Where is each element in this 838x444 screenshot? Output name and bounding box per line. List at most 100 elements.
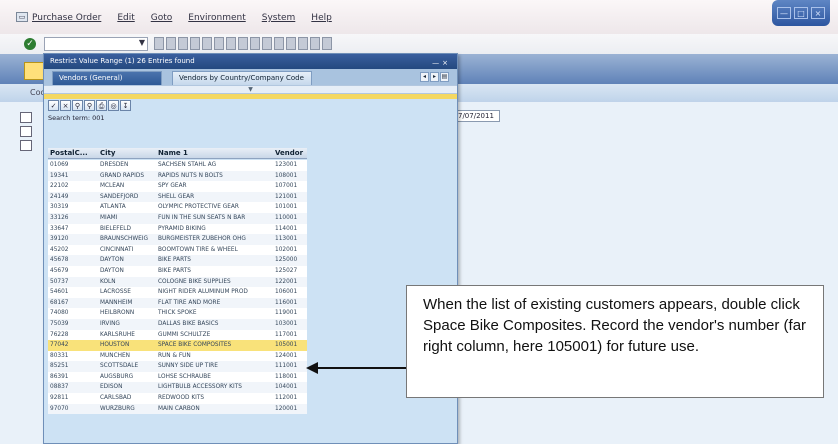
table-row[interactable]: 45202 CINCINNATI BOOMTOWN TIRE & WHEEL 1020… (48, 244, 307, 256)
settings-icon[interactable]: ◎ (108, 100, 119, 111)
table-row[interactable]: 86391 AUGSBURG LOHSE SCHRAUBE 118001 (48, 371, 307, 383)
postal-cell: 45678 (50, 257, 69, 264)
table-row[interactable]: 50737 KOLN COLOGNE BIKE SUPPLIES 122001 (48, 276, 307, 288)
table-row[interactable]: 77042 HOUSTON SPACE BIKE COMPOSITES 105001 (48, 340, 307, 351)
table-row[interactable]: 30319 ATLANTA OLYMPIC PROTECTIVE GEAR 10100… (48, 202, 307, 213)
new-session-icon[interactable] (286, 37, 296, 50)
name-cell: SUNNY SIDE UP TIRE (158, 363, 218, 370)
checkmark-icon[interactable]: ✓ (48, 100, 59, 111)
table-row[interactable]: 68167 MANNHEIM FLAT TIRE AND MORE 116001 (48, 297, 307, 309)
city-cell: IRVING (100, 320, 120, 327)
tab-vendors-by-country[interactable]: Vendors by Country/Company Code (172, 71, 312, 85)
table-row[interactable]: 45679 DAYTON BIKE PARTS 125027 (48, 265, 307, 277)
vendor-cell: 120001 (275, 405, 298, 412)
name-cell: DALLAS BIKE BASICS (158, 320, 219, 327)
menu-edit[interactable]: Edit (117, 13, 134, 23)
name-cell: BURGMEISTER ZUBEHOR OHG (158, 236, 246, 243)
menu-system[interactable]: System (262, 13, 296, 23)
find-icon[interactable] (214, 37, 224, 50)
menu-bar: ▭ Purchase Order Edit Goto Environment S… (0, 0, 838, 36)
header-icon[interactable] (20, 112, 32, 123)
next-page-icon[interactable] (262, 37, 272, 50)
city-cell: MIAMI (100, 214, 118, 221)
col-name[interactable]: Name 1 (158, 148, 188, 159)
menu-environment[interactable]: Environment (188, 13, 245, 23)
find-icon[interactable]: ⚲ (72, 100, 83, 111)
col-postal[interactable]: PostalC... (50, 148, 88, 159)
name-cell: COLOGNE BIKE SUPPLIES (158, 278, 231, 285)
close-icon[interactable]: × (811, 7, 825, 19)
table-row[interactable]: 33126 MIAMI FUN IN THE SUN SEATS N BAR 1100… (48, 212, 307, 224)
postal-cell: 08837 (50, 384, 69, 391)
cancel-icon[interactable] (190, 37, 200, 50)
first-page-icon[interactable] (238, 37, 248, 50)
help-icon[interactable] (310, 37, 320, 50)
vendor-cell: 117001 (275, 331, 298, 338)
vendor-cell: 107001 (275, 183, 298, 190)
menu-help[interactable]: Help (311, 13, 332, 23)
table-row[interactable]: 08837 EDISON LIGHTBULB ACCESSORY KITS 10400… (48, 382, 307, 394)
city-cell: MUNCHEN (100, 352, 130, 359)
find-next-icon[interactable]: ⚲ (84, 100, 95, 111)
prev-page-icon[interactable] (250, 37, 260, 50)
table-row[interactable]: 92811 CARLSBAD REDWOOD KITS 112001 (48, 393, 307, 404)
table-row[interactable]: 76228 KARLSRUHE GUMMI SCHULTZE 117001 (48, 329, 307, 341)
ok-icon[interactable]: ✓ (24, 38, 36, 50)
maximize-icon[interactable]: □ (794, 7, 808, 19)
table-row[interactable]: 01069 DRESDEN SACHSEN STAHL AG 123001 (48, 160, 307, 171)
sap-icon[interactable]: ▭ (16, 12, 28, 22)
find-next-icon[interactable] (226, 37, 236, 50)
table-row[interactable]: 80331 MUNCHEN RUN & FUN 124001 (48, 350, 307, 362)
menu-purchase-order[interactable]: Purchase Order (32, 13, 101, 23)
collapse-splitter[interactable]: ▼ (44, 85, 457, 94)
table-row[interactable]: 85251 SCOTTSDALE SUNNY SIDE UP TIRE 111001 (48, 361, 307, 372)
tab-vendors-general[interactable]: Vendors (General) (52, 71, 162, 85)
name-cell: FLAT TIRE AND MORE (158, 299, 221, 306)
table-row[interactable]: 54601 LACROSSE NIGHT RIDER ALUMINUM PROD 10… (48, 287, 307, 298)
tab-prev-icon[interactable]: ◂ (420, 72, 429, 82)
col-vendor[interactable]: Vendor (275, 148, 303, 159)
tab-list-icon[interactable]: ▤ (440, 72, 449, 82)
vendor-cell: 118001 (275, 373, 298, 380)
table-row[interactable]: 74080 HEILBRONN THICK SPOKE 119001 (48, 308, 307, 319)
table-row[interactable]: 33647 BIELEFELD PYRAMID BIKING 114001 (48, 223, 307, 235)
name-cell: SPACE BIKE COMPOSITES (158, 342, 232, 349)
export-icon[interactable]: ↧ (120, 100, 131, 111)
vendor-cell: 125000 (275, 257, 298, 264)
item-icon[interactable] (20, 126, 32, 137)
table-row[interactable]: 39120 BRAUNSCHWEIG BURGMEISTER ZUBEHOR OHG… (48, 234, 307, 245)
table-row[interactable]: 45678 DAYTON BIKE PARTS 125000 (48, 255, 307, 266)
command-field[interactable]: ▼ (44, 37, 148, 51)
table-row[interactable]: 19341 GRAND RAPIDS RAPIDS NUTS N BOLTS 1080… (48, 170, 307, 182)
table-row[interactable]: 75039 IRVING DALLAS BIKE BASICS 103001 (48, 318, 307, 330)
exit-icon[interactable] (178, 37, 188, 50)
vendor-cell: 116001 (275, 299, 298, 306)
close-icon[interactable]: × (60, 100, 71, 111)
table-row[interactable]: 22102 MCLEAN SPY GEAR 107001 (48, 181, 307, 192)
print-icon[interactable] (202, 37, 212, 50)
menu-goto[interactable]: Goto (151, 13, 173, 23)
last-page-icon[interactable] (274, 37, 284, 50)
minimize-icon[interactable]: — (777, 7, 791, 19)
vendor-cell: 124001 (275, 352, 298, 359)
print-icon[interactable]: ⎙ (96, 100, 107, 111)
postal-cell: 19341 (50, 172, 69, 179)
date-field[interactable]: 7/07/2011 (455, 110, 500, 122)
tab-next-icon[interactable]: ▸ (430, 72, 439, 82)
search-term: Search term: 001 (48, 114, 105, 122)
name-cell: SACHSEN STAHL AG (158, 162, 217, 168)
dropdown-arrow-icon[interactable]: ▼ (139, 38, 145, 47)
detail-icon[interactable] (20, 140, 32, 151)
layout-icon[interactable] (322, 37, 332, 50)
name-cell: LOHSE SCHRAUBE (158, 373, 211, 380)
shortcut-icon[interactable] (298, 37, 308, 50)
name-cell: BIKE PARTS (158, 267, 191, 274)
back-icon[interactable] (154, 37, 164, 50)
table-row[interactable]: 24149 SANDEFJORD SHELL GEAR 121001 (48, 191, 307, 203)
save-icon[interactable] (166, 37, 176, 50)
table-row[interactable]: 97070 WURZBURG MAIN CARBON 120001 (48, 403, 307, 415)
col-city[interactable]: City (100, 148, 115, 159)
name-cell: BOOMTOWN TIRE & WHEEL (158, 246, 238, 253)
postal-cell: 45202 (50, 246, 69, 253)
side-icons (20, 112, 36, 154)
